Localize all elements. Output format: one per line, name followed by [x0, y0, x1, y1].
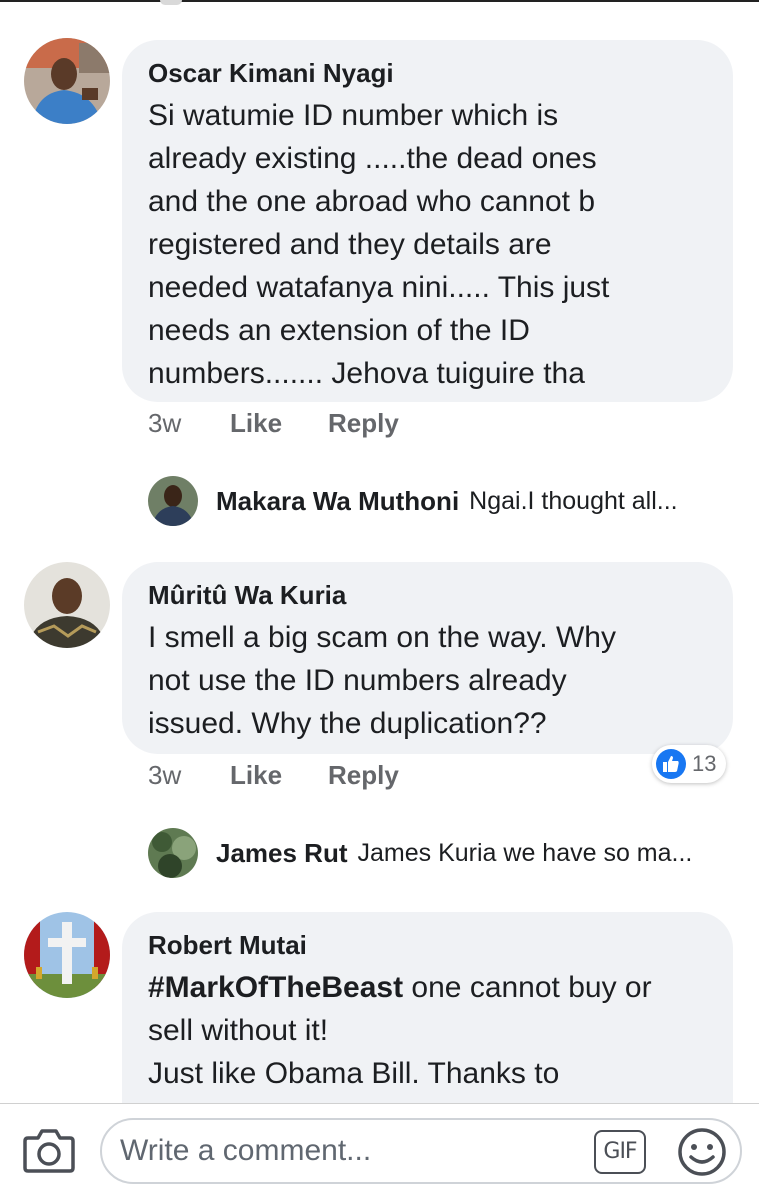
reply-button[interactable]: Reply [328, 760, 399, 791]
avatar-robert[interactable] [24, 912, 110, 998]
comment-text: Si watumie ID number which is already ex… [148, 99, 610, 390]
comment-author[interactable]: Mûritû Wa Kuria [148, 580, 707, 610]
camera-icon[interactable] [22, 1126, 76, 1174]
reply-preview[interactable]: James Rut James Kuria we have so ma... [148, 828, 692, 878]
comment-bubble[interactable]: Oscar Kimani Nyagi Si watumie ID number … [122, 40, 733, 402]
reply-text: Ngai.I thought all... [469, 486, 678, 515]
comment-text: I smell a big scam on the way. Why not u… [148, 621, 616, 740]
top-divider [0, 0, 759, 2]
emoji-icon[interactable] [676, 1126, 728, 1178]
gif-icon[interactable]: GIF [594, 1130, 646, 1174]
avatar-muritu[interactable] [24, 562, 110, 648]
reply-author[interactable]: Makara Wa Muthoni [216, 486, 459, 517]
hashtag-link[interactable]: #MarkOfTheBeast [148, 971, 403, 1004]
reply-author[interactable]: James Rut [216, 838, 348, 869]
comment-author[interactable]: Oscar Kimani Nyagi [148, 58, 707, 88]
comment-time[interactable]: 3w [148, 760, 230, 791]
like-button[interactable]: Like [230, 760, 328, 791]
thumbs-up-icon [656, 749, 686, 779]
like-button[interactable]: Like [230, 408, 328, 439]
comment-bubble[interactable]: Mûritû Wa Kuria I smell a big scam on th… [122, 562, 733, 754]
comment-actions: 3w Like Reply [148, 760, 399, 791]
comment-time[interactable]: 3w [148, 408, 230, 439]
reply-preview[interactable]: Makara Wa Muthoni Ngai.I thought all... [148, 476, 678, 526]
reply-button[interactable]: Reply [328, 408, 399, 439]
comment-author[interactable]: Robert Mutai [148, 930, 707, 960]
reply-text: James Kuria we have so ma... [357, 838, 693, 867]
comment-text: #MarkOfTheBeast one cannot buy or sell w… [148, 966, 707, 1095]
avatar-oscar[interactable] [24, 38, 110, 124]
avatar-makara [148, 476, 198, 526]
avatar-james [148, 828, 198, 878]
comment-actions: 3w Like Reply [148, 408, 399, 439]
reaction-count: 13 [692, 751, 717, 776]
previous-item-edge [160, 0, 182, 5]
reaction-summary[interactable]: 13 [652, 745, 727, 783]
comment-composer: Write a comment... GIF [0, 1103, 759, 1201]
